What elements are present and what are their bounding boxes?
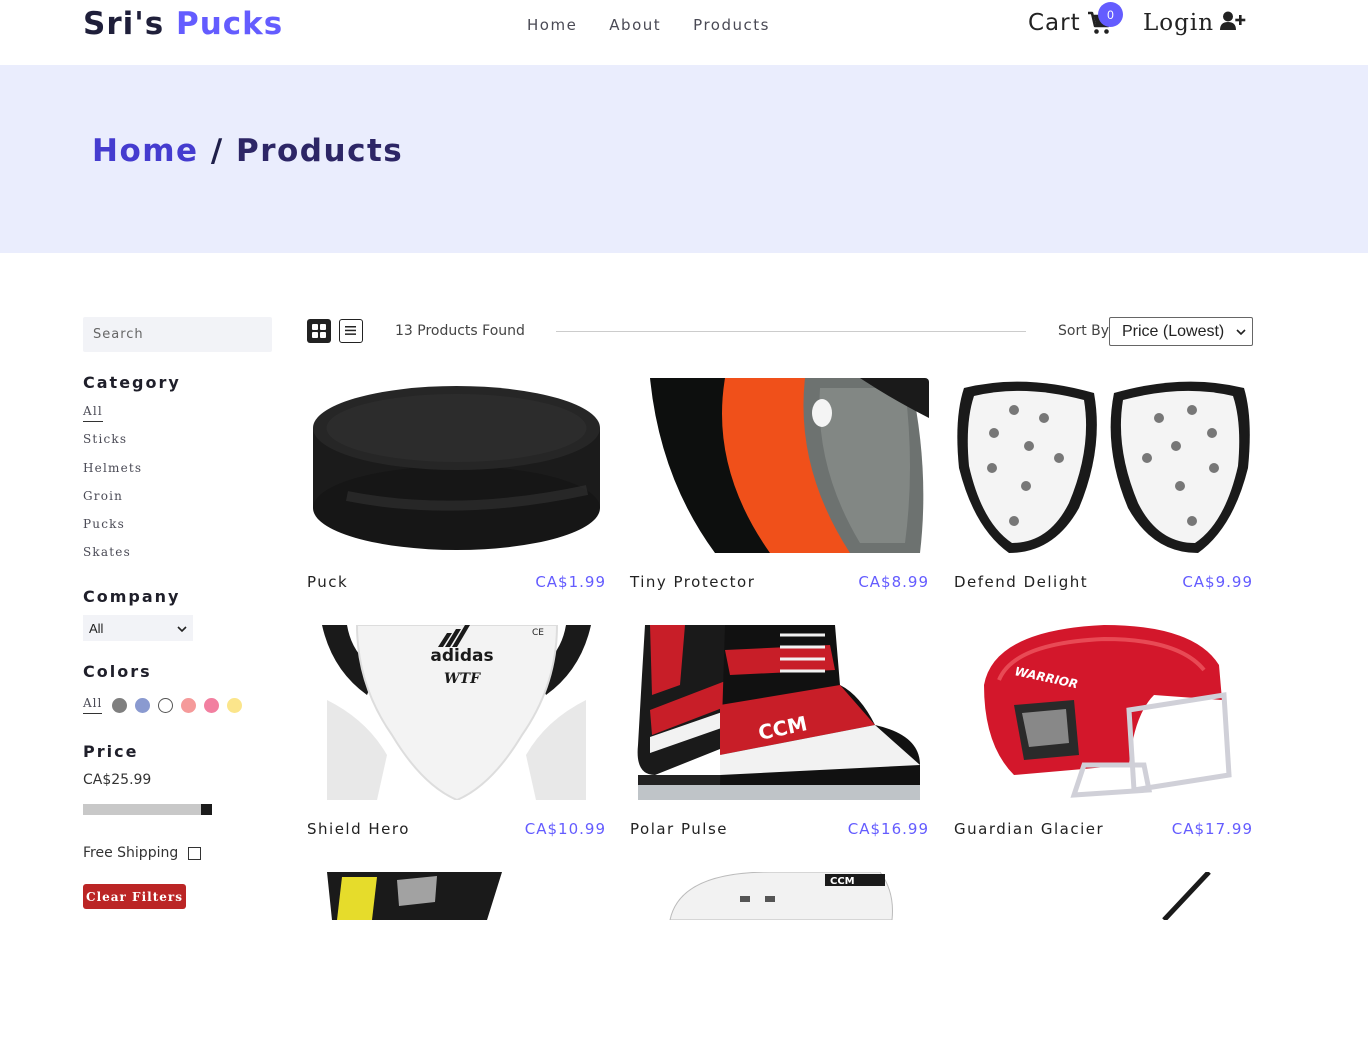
product-image-tiny-protector [630,378,929,553]
product-price: CA$1.99 [535,573,606,591]
color-swatch-gray[interactable] [112,697,128,713]
company-select[interactable]: All [83,615,193,641]
site-logo[interactable]: Sri's Pucks [83,6,283,42]
product-name: Defend Delight [954,573,1089,591]
category-item-groin[interactable]: Groin [83,488,142,516]
product-image-gloves [307,872,606,1047]
product-card[interactable] [307,872,606,1047]
product-image-white-helmet: CCM [630,872,929,1047]
cart-label: Cart [1028,10,1081,36]
price-slider-thumb[interactable] [201,804,212,815]
category-item-pucks[interactable]: Pucks [83,516,142,544]
sort-select[interactable]: Price (Lowest) [1109,317,1253,346]
product-price: CA$16.99 [847,820,929,838]
helmet2-brand-text: CCM [830,876,855,887]
product-card[interactable]: Defend Delight CA$9.99 [954,378,1253,591]
product-card[interactable]: Tiny Protector CA$8.99 [630,378,929,591]
groin-sub-text: WTF [444,671,481,687]
breadcrumb: Home / Products [92,133,403,169]
product-price: CA$9.99 [1182,573,1253,591]
product-price: CA$17.99 [1171,820,1253,838]
product-card[interactable]: CCM Polar Pulse CA$16.99 [630,625,929,838]
product-image-polar-pulse: CCM [630,625,929,800]
login-label: Login [1143,10,1215,36]
company-heading: Company [83,587,181,606]
breadcrumb-current: Products [236,133,404,169]
grid-icon [312,324,326,338]
login-button[interactable]: Login [1143,10,1246,36]
product-card[interactable]: WARRIOR Guardian Glacier CA$17.99 [954,625,1253,838]
navbar: Sri's Pucks Home About Products Cart 0 L… [0,0,1368,65]
nav-link-about[interactable]: About [609,16,661,34]
product-name: Guardian Glacier [954,820,1105,838]
price-value: CA$25.99 [83,772,152,788]
category-item-sticks[interactable]: Sticks [83,431,142,459]
free-shipping-filter: Free Shipping [83,845,202,861]
product-card[interactable]: adidas WTF CE Shield Hero CA$10.99 [307,625,606,838]
product-name: Shield Hero [307,820,410,838]
free-shipping-checkbox[interactable] [188,846,202,860]
category-item-all[interactable]: All [83,403,142,431]
product-image-shield-hero: adidas WTF CE [307,625,606,800]
list-icon [345,326,356,335]
nav-link-home[interactable]: Home [527,16,577,34]
svg-text:CE: CE [532,628,544,638]
product-image-guardian-glacier: WARRIOR [954,625,1253,800]
category-heading: Category [83,373,181,392]
breadcrumb-separator: / [198,133,236,169]
logo-accent: Pucks [175,6,284,42]
color-swatch-salmon[interactable] [181,697,197,713]
color-swatches: All [83,696,243,714]
product-image-stick [954,872,1253,1047]
product-price: CA$8.99 [858,573,929,591]
chevron-down-icon [177,621,187,636]
product-card[interactable]: CCM [630,872,929,1047]
color-swatch-yellow[interactable] [227,697,243,713]
list-view-button[interactable] [339,319,363,343]
product-name: Tiny Protector [630,573,756,591]
category-item-skates[interactable]: Skates [83,544,142,572]
color-swatch-blue[interactable] [135,697,151,713]
breadcrumb-home[interactable]: Home [92,133,199,169]
nav-link-products[interactable]: Products [693,16,770,34]
price-heading: Price [83,742,139,761]
chevron-down-icon [1236,323,1246,341]
grid-view-button[interactable] [307,319,331,343]
products-found-count: 13 Products Found [395,323,525,339]
search-input[interactable] [83,317,272,352]
groin-brand-text: adidas [430,646,493,666]
product-price: CA$10.99 [524,820,606,838]
color-swatch-pink[interactable] [204,697,220,713]
sort-label: Sort By [1058,323,1110,339]
color-all-button[interactable]: All [83,696,103,714]
user-plus-icon [1220,11,1246,36]
clear-filters-button[interactable]: Clear Filters [83,884,186,909]
category-item-helmets[interactable]: Helmets [83,460,142,488]
logo-main: Sri's [83,6,165,42]
company-selected-value: All [89,620,104,636]
nav-links: Home About Products [527,16,770,34]
free-shipping-label: Free Shipping [83,845,179,861]
colors-heading: Colors [83,662,152,681]
cart-count-badge: 0 [1098,2,1123,27]
category-list: All Sticks Helmets Groin Pucks Skates [83,403,142,573]
color-swatch-white[interactable] [158,697,174,713]
page-hero: Home / Products [0,65,1368,253]
product-name: Polar Pulse [630,820,728,838]
product-card[interactable] [954,872,1253,1047]
header-divider [556,331,1026,332]
product-card[interactable]: Puck CA$1.99 [307,378,606,591]
sort-selected-value: Price (Lowest) [1122,322,1225,340]
product-name: Puck [307,573,349,591]
product-image-puck [307,378,606,553]
product-image-defend-delight [954,378,1253,553]
price-slider[interactable] [83,804,212,815]
